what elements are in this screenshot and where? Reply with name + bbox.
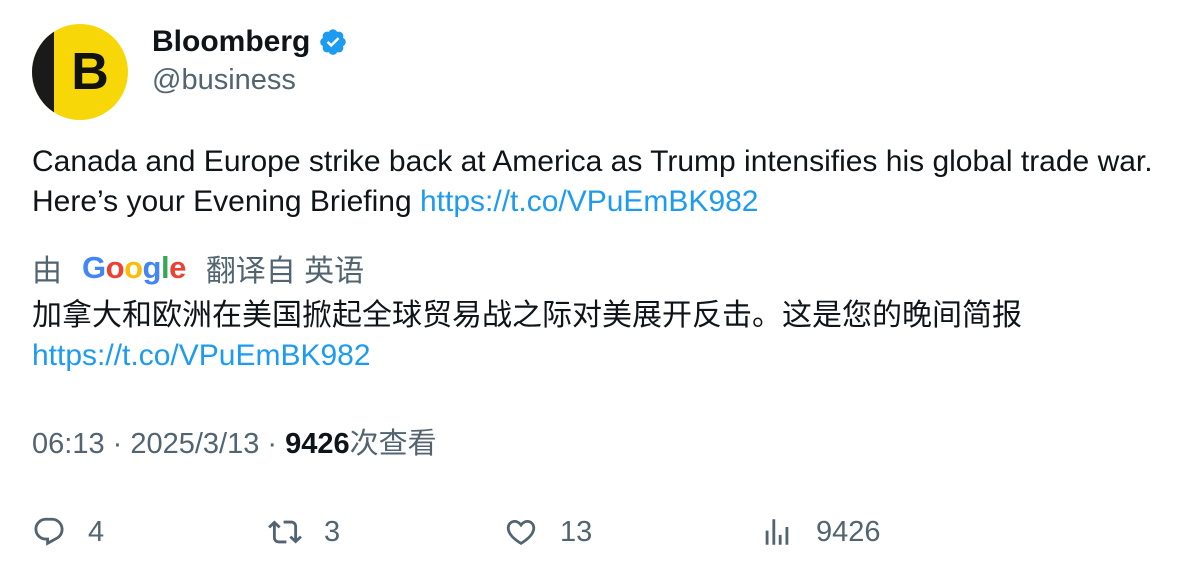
like-count: 13 <box>560 515 593 548</box>
translated-link[interactable]: https://t.co/VPuEmBK982 <box>32 339 371 372</box>
meta-separator: · <box>104 428 131 460</box>
reply-count: 4 <box>88 515 105 548</box>
translation-suffix: 翻译自 英语 <box>205 255 365 288</box>
action-bar: 4 3 13 9426 <box>32 510 1172 554</box>
translation-prefix: 由 <box>32 255 62 288</box>
verified-badge-icon[interactable] <box>318 27 348 57</box>
avatar-shade <box>32 24 54 120</box>
tweet-meta: 06:13 · 2025/3/13 · 9426次查看 <box>32 424 437 464</box>
translation-attribution[interactable]: 由 Google 翻译自 英语 <box>32 246 364 290</box>
view-count: 9426 <box>285 428 350 460</box>
view-count-label: 次查看 <box>349 428 437 460</box>
author-display-name[interactable]: Bloomberg <box>152 25 310 59</box>
reply-icon <box>34 517 64 546</box>
translated-text: 加拿大和欧洲在美国掀起全球贸易战之际对美展开反击。这是您的晚间简报 https:… <box>32 296 1172 376</box>
heart-icon <box>506 519 536 545</box>
tweet-time[interactable]: 06:13 <box>32 428 105 460</box>
author-name-row: Bloomberg <box>152 22 348 62</box>
tweet-date[interactable]: 2025/3/13 <box>130 428 259 460</box>
retweet-count: 3 <box>324 515 341 548</box>
analytics-icon <box>765 519 789 545</box>
tweet-link[interactable]: https://t.co/VPuEmBK982 <box>420 185 759 218</box>
views-button[interactable]: 9426 <box>760 510 881 554</box>
author-avatar[interactable]: B <box>32 24 128 120</box>
avatar-letter: B <box>71 43 109 101</box>
tweet-text: Canada and Europe strike back at America… <box>32 142 1172 222</box>
author-handle[interactable]: @business <box>152 64 296 97</box>
retweet-icon <box>268 520 302 544</box>
reply-button[interactable]: 4 <box>32 510 104 554</box>
meta-separator: · <box>259 428 286 460</box>
views-count: 9426 <box>816 515 881 548</box>
google-logo-icon: Google <box>82 250 186 285</box>
like-button[interactable]: 13 <box>504 510 592 554</box>
translated-body: 加拿大和欧洲在美国掀起全球贸易战之际对美展开反击。这是您的晚间简报 <box>32 299 1022 332</box>
retweet-button[interactable]: 3 <box>268 510 340 554</box>
